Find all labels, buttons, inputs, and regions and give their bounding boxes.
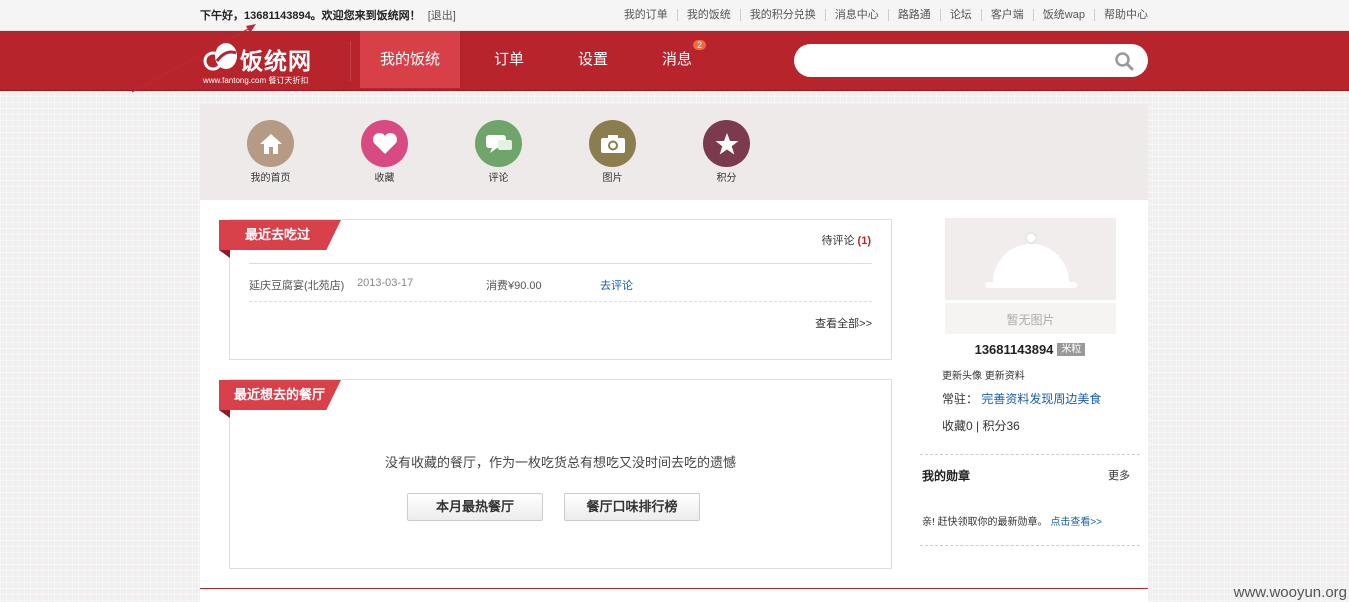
empty-message: 没有收藏的餐厅，作为一枚吃货总有想吃又没时间去吃的遗憾 xyxy=(384,455,736,470)
pending-count: (1) xyxy=(857,235,871,247)
hot-restaurants-button[interactable]: 本月最热餐厅 xyxy=(407,493,543,521)
logo-mark-icon xyxy=(203,43,237,71)
nav-label: 消息 xyxy=(662,51,693,68)
taste-ranking-button[interactable]: 餐厅口味排行榜 xyxy=(564,493,700,521)
logo-name: 饭统网 xyxy=(240,48,312,74)
recent-box: 最近去吃过 待评论 (1) 延庆豆腐宴(北苑店) 2013-03-17 消费¥9… xyxy=(219,219,892,360)
iconbar-label: 评论 xyxy=(488,173,509,184)
user-stats: 收藏0 | 积分36 xyxy=(942,419,1020,433)
top-links: 我的订单 我的饭统 我的积分兑换 消息中心 路路通 论坛 客户端 饭统wap 帮… xyxy=(615,9,1148,21)
toplink-wap[interactable]: 饭统wap xyxy=(1032,9,1094,21)
medal-more-link[interactable]: 更多 xyxy=(1108,467,1130,483)
iconbar-label: 积分 xyxy=(716,173,737,184)
toplink-lulutong[interactable]: 路路通 xyxy=(887,9,940,21)
logout-link[interactable]: [退出] xyxy=(428,10,456,22)
recent-title: 最近去吃过 xyxy=(245,227,311,242)
nav-orders[interactable]: 订单 xyxy=(474,31,544,88)
username-text: 13681143894 xyxy=(974,342,1054,357)
medal-section: 我的勋章 更多 亲! 赶快领取你的最新勋章。 点击查看>> xyxy=(920,454,1140,546)
medal-message-text: 亲! 赶快领取你的最新勋章。 xyxy=(922,517,1048,528)
icon-bar: 我的首页 收藏 评论 图片 积分 xyxy=(200,104,1148,200)
main-container: 我的首页 收藏 评论 图片 积分 最近去吃过 待评论 (1) 延庆豆腐宴(北苑店… xyxy=(200,104,1148,602)
resident-area: 常驻： 完善资料发现周边美食 xyxy=(942,390,1140,407)
iconbar-label: 图片 xyxy=(602,173,623,184)
header: 饭统网 www.fantong.com 餐订天折扣 我的饭统 订单 设置 消息 … xyxy=(0,31,1349,91)
view-all-link[interactable]: 查看全部>> xyxy=(815,315,872,331)
iconbar-points[interactable]: 积分 xyxy=(686,104,800,200)
toplink-my-fantong[interactable]: 我的饭统 xyxy=(676,9,740,21)
search-icon[interactable] xyxy=(1114,51,1134,71)
restaurant-name[interactable]: 延庆豆腐宴(北苑店) xyxy=(249,277,344,293)
medal-message: 亲! 赶快领取你的最新勋章。 点击查看>> xyxy=(922,513,1102,528)
watermark: www.wooyun.org xyxy=(1233,584,1347,601)
spend-amount: 消费¥90.00 xyxy=(486,280,542,292)
wishlist-title: 最近想去的餐厅 xyxy=(234,387,326,402)
iconbar-favorites[interactable]: 收藏 xyxy=(344,104,458,200)
nav-label: 我的饭统 xyxy=(380,51,441,68)
edit-avatar-link[interactable]: 更新头像 xyxy=(942,371,982,382)
search-box xyxy=(794,44,1148,77)
heart-icon xyxy=(361,120,408,167)
iconbar-photos[interactable]: 图片 xyxy=(572,104,686,200)
wishlist-box: 最近想去的餐厅 没有收藏的餐厅，作为一枚吃货总有想吃又没时间去吃的遗憾 本月最热… xyxy=(219,379,892,569)
logo[interactable]: 饭统网 www.fantong.com 餐订天折扣 xyxy=(200,37,330,85)
toplink-orders[interactable]: 我的订单 xyxy=(615,9,677,21)
footer-divider xyxy=(200,588,1148,589)
wishlist-ribbon: 最近想去的餐厅 xyxy=(219,380,341,418)
toplink-forum[interactable]: 论坛 xyxy=(939,9,981,21)
recent-ribbon: 最近去吃过 xyxy=(219,220,341,258)
iconbar-label: 收藏 xyxy=(374,173,395,184)
dish-placeholder-icon xyxy=(985,232,1077,288)
comment-icon xyxy=(475,120,522,167)
resident-label: 常驻： xyxy=(942,392,979,406)
medal-title: 我的勋章 xyxy=(922,469,971,483)
iconbar-comments[interactable]: 评论 xyxy=(458,104,572,200)
logo-sub: www.fantong.com 餐订天折扣 xyxy=(203,76,309,85)
camera-icon xyxy=(589,120,636,167)
message-count-badge: 2 xyxy=(693,40,707,50)
star-icon xyxy=(703,120,750,167)
review-link[interactable]: 去评论 xyxy=(600,277,633,293)
pending-reviews[interactable]: 待评论 (1) xyxy=(821,232,871,248)
mili-badge: 米粒 xyxy=(1057,343,1086,356)
username: 13681143894 米粒 xyxy=(920,342,1140,357)
greeting: 下午好，13681143894。欢迎您来到饭统网！ [退出] xyxy=(200,7,456,23)
nav-messages[interactable]: 消息 2 xyxy=(642,31,712,88)
resident-link[interactable]: 完善资料发现周边美食 xyxy=(981,392,1101,406)
main-nav: 我的饭统 订单 设置 消息 2 xyxy=(360,31,726,91)
toplink-client[interactable]: 客户端 xyxy=(980,9,1033,21)
list-item: 延庆豆腐宴(北苑店) 2013-03-17 消费¥90.00 去评论 xyxy=(249,263,872,302)
medal-view-link[interactable]: 点击查看>> xyxy=(1050,517,1102,528)
ribbon-fold xyxy=(219,250,230,258)
nav-my-fantong[interactable]: 我的饭统 xyxy=(360,31,461,88)
toplink-help[interactable]: 帮助中心 xyxy=(1094,9,1148,21)
search-input[interactable] xyxy=(808,44,1108,77)
nav-label: 订单 xyxy=(494,51,525,68)
iconbar-label: 我的首页 xyxy=(250,173,291,184)
greeting-text: 下午好，13681143894。欢迎您来到饭统网！ xyxy=(200,10,421,22)
toplink-points[interactable]: 我的积分兑换 xyxy=(739,9,825,21)
edit-info-link[interactable]: 更新资料 xyxy=(985,371,1025,382)
profile-sidebar: 暂无图片 13681143894 米粒 更新头像 更新资料 常驻： 完善资料发现周… xyxy=(920,218,1140,546)
pending-label: 待评论 xyxy=(821,235,855,247)
logo-separator xyxy=(350,41,351,81)
visit-date: 2013-03-17 xyxy=(357,277,414,289)
no-image-caption: 暂无图片 xyxy=(945,300,1116,334)
profile-edit-links: 更新头像 更新资料 xyxy=(942,367,1140,382)
iconbar-home[interactable]: 我的首页 xyxy=(230,104,344,200)
home-icon xyxy=(247,120,294,167)
nav-label: 设置 xyxy=(578,51,609,68)
avatar[interactable]: 暂无图片 xyxy=(945,218,1116,334)
toplink-messages[interactable]: 消息中心 xyxy=(824,9,888,21)
top-bar: 下午好，13681143894。欢迎您来到饭统网！ [退出] 我的订单 我的饭统… xyxy=(0,0,1349,31)
nav-settings[interactable]: 设置 xyxy=(558,31,628,88)
ribbon-fold xyxy=(219,410,230,418)
